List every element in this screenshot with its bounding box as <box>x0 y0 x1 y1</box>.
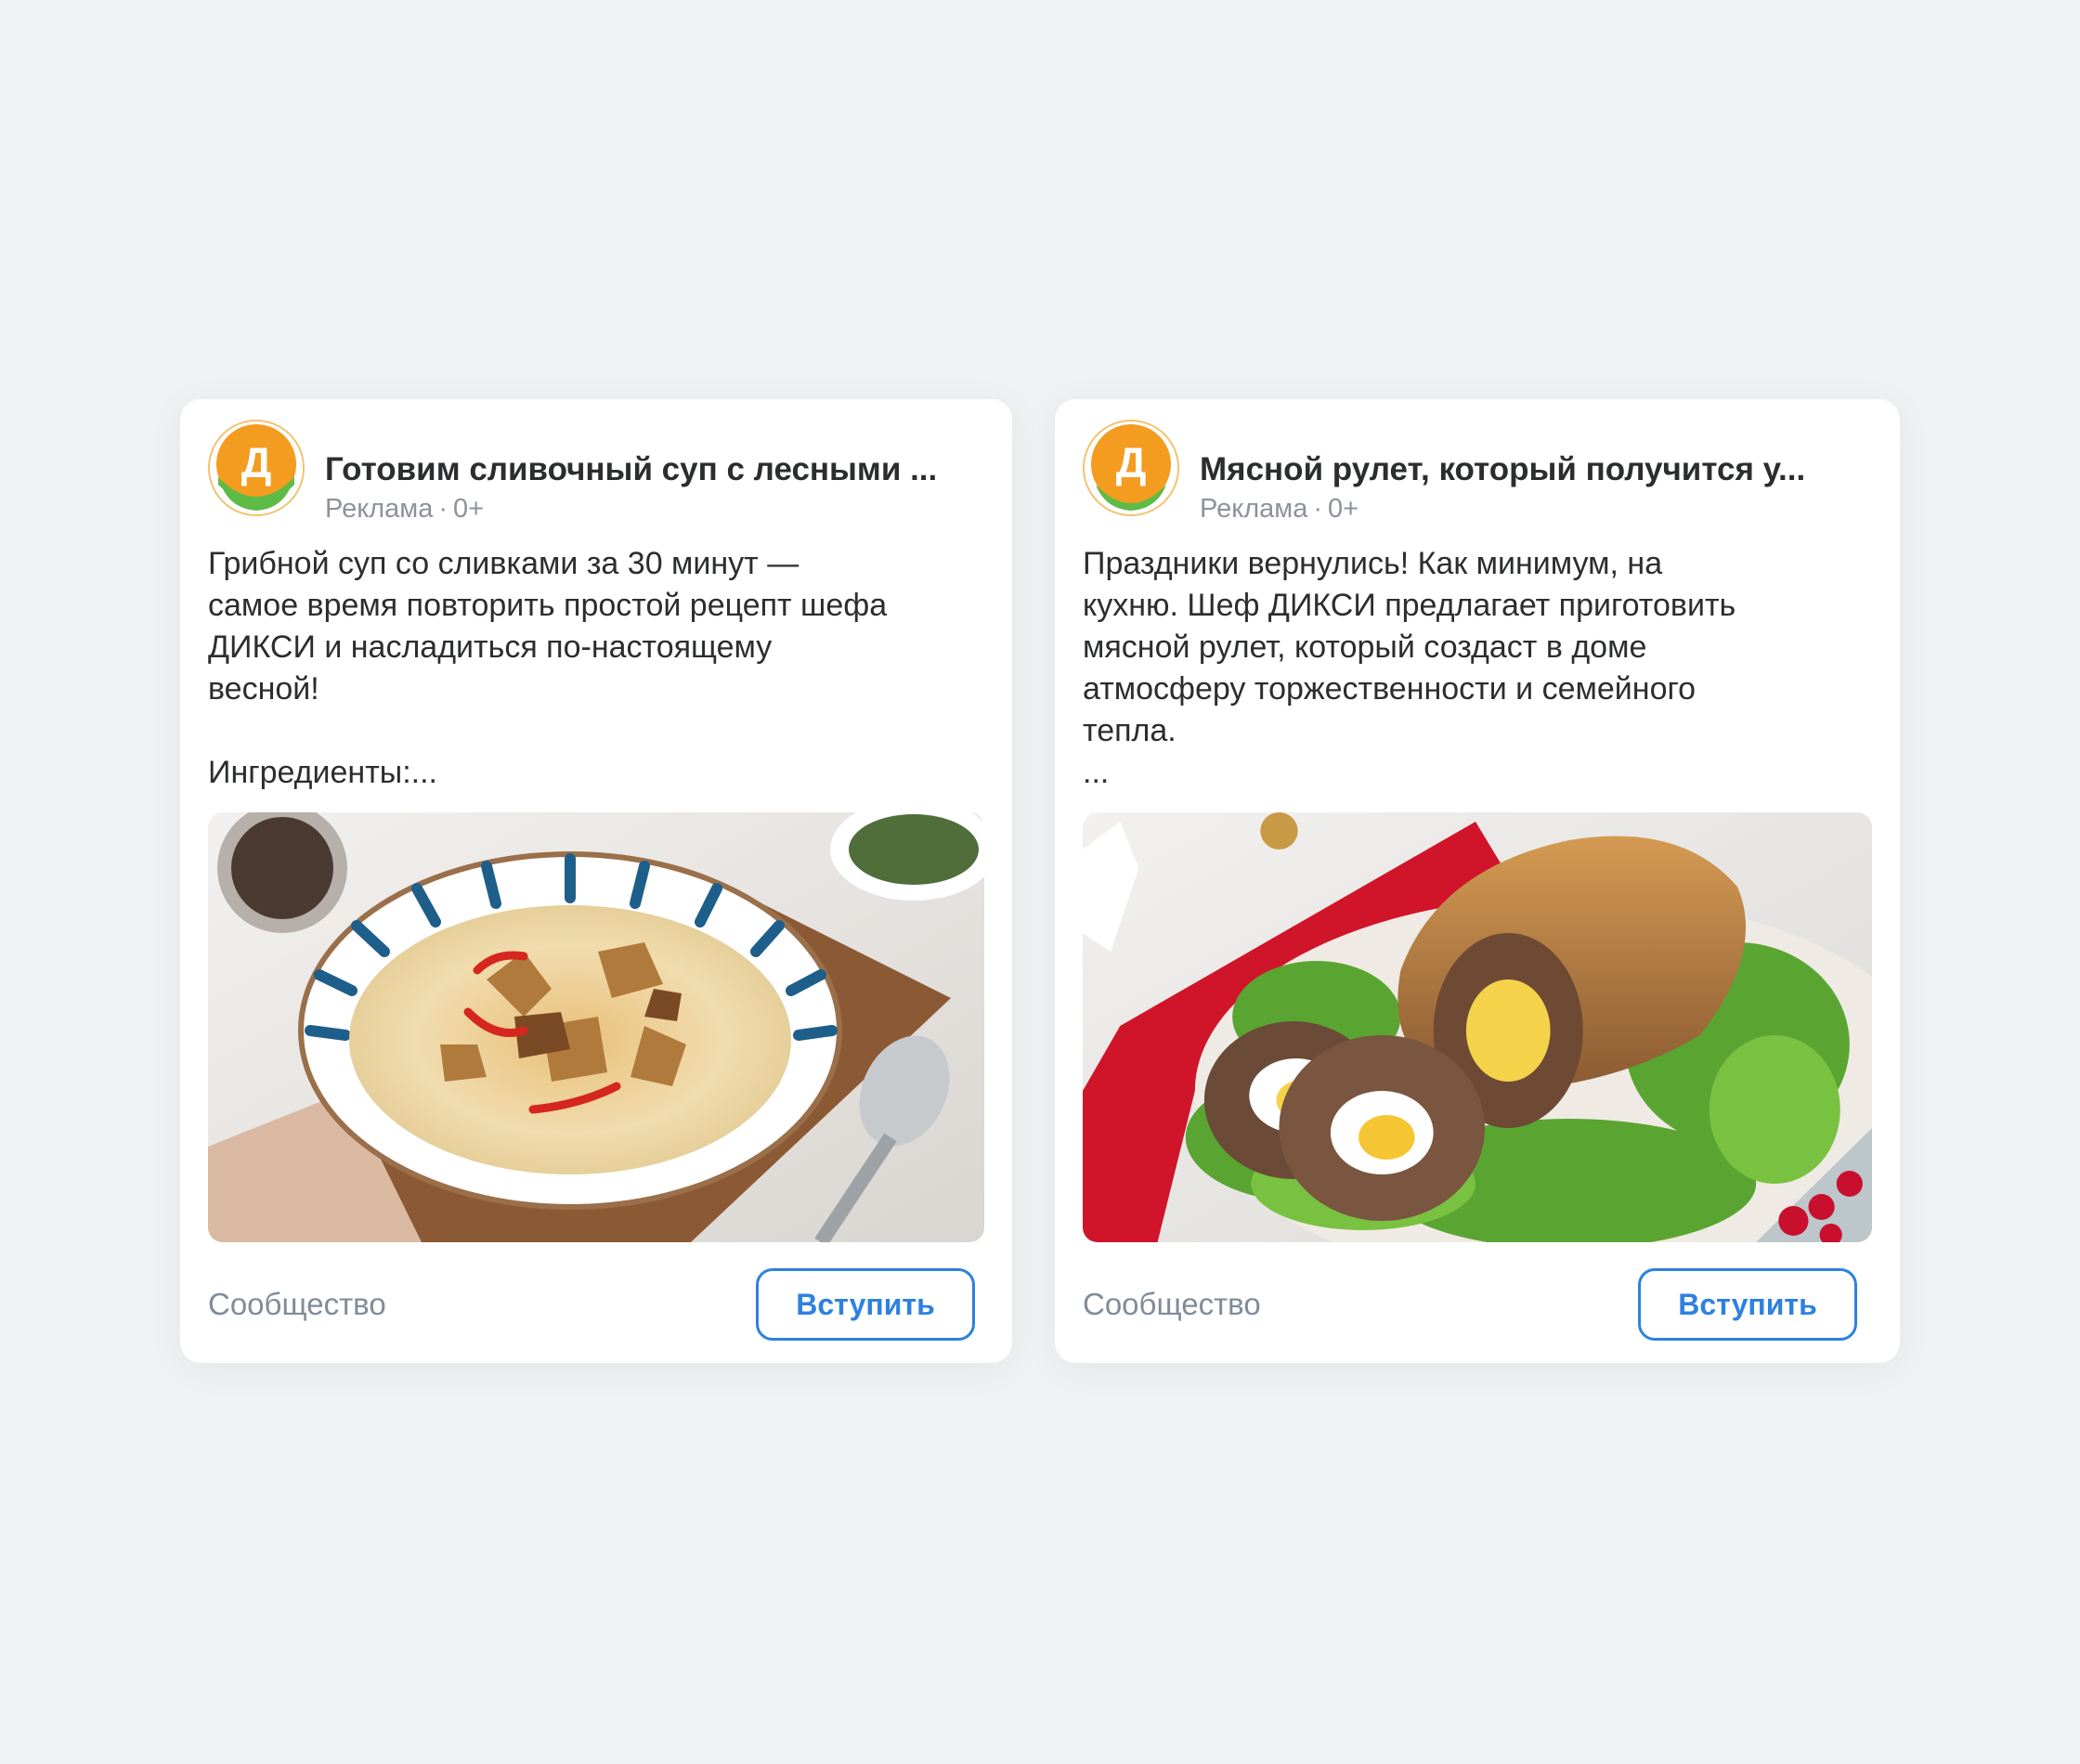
logo-letter: Д <box>241 438 272 486</box>
ad-header: Д Готовим сливочный суп с лесными ... Ре… <box>208 420 984 525</box>
ad-text: Праздники вернулись! Как минимум, на кух… <box>1083 546 1736 790</box>
ad-label: Реклама <box>1200 494 1308 524</box>
ad-meta: Реклама · 0+ <box>1200 494 1358 525</box>
join-button[interactable]: Вступить <box>1638 1268 1857 1341</box>
join-button[interactable]: Вступить <box>756 1268 975 1341</box>
dixy-logo-icon: Д <box>1085 422 1177 514</box>
community-label: Сообщество <box>208 1287 386 1321</box>
meat-roll-photo-icon <box>1083 812 1872 1242</box>
ad-title[interactable]: Готовим сливочный суп с лесными ... <box>325 451 984 488</box>
ad-image[interactable] <box>208 812 984 1242</box>
meta-separator: · <box>438 494 448 524</box>
ad-image[interactable] <box>1083 812 1872 1242</box>
ad-card-meat-roll[interactable]: Д Мясной рулет, который получится у... Р… <box>1055 399 1900 1363</box>
logo-letter: Д <box>1116 438 1147 486</box>
ad-card-soup[interactable]: Д Готовим сливочный суп с лесными ... Ре… <box>180 399 1012 1363</box>
ad-title[interactable]: Мясной рулет, который получится у... <box>1200 451 1872 488</box>
age-rating: 0+ <box>453 494 485 524</box>
ad-meta: Реклама · 0+ <box>325 494 484 525</box>
dixy-logo-icon: Д <box>210 422 303 514</box>
meta-separator: · <box>1313 494 1322 524</box>
community-avatar[interactable]: Д <box>1083 420 1179 516</box>
ad-header: Д Мясной рулет, который получится у... Р… <box>1083 420 1872 525</box>
ad-text: Грибной суп со сливками за 30 минут — са… <box>208 546 888 790</box>
community-label: Сообщество <box>1083 1287 1261 1321</box>
ad-label: Реклама <box>325 494 434 524</box>
age-rating: 0+ <box>1328 494 1359 524</box>
mushroom-soup-photo-icon <box>208 812 984 1242</box>
community-avatar[interactable]: Д <box>208 420 305 516</box>
